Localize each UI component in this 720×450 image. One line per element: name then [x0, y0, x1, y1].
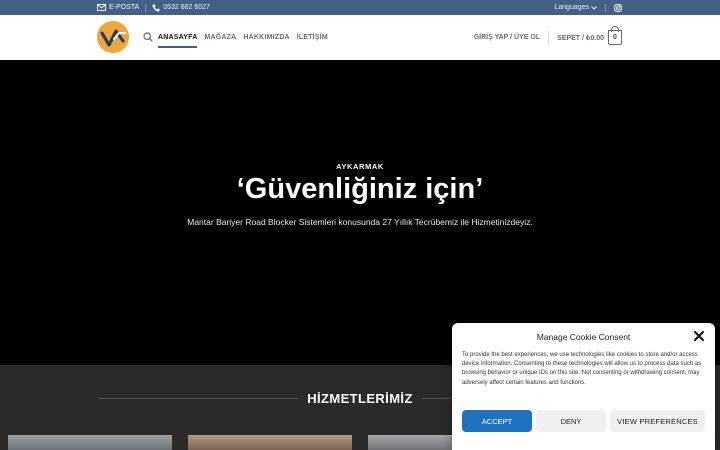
service-card-image[interactable]	[8, 435, 172, 450]
email-label: E-POSTA	[109, 4, 140, 11]
envelope-icon	[97, 4, 106, 11]
login-register-link[interactable]: GİRİŞ YAP / ÜYE OL	[474, 34, 540, 41]
nav-item-shop[interactable]: MAĞAZA	[204, 34, 236, 41]
accept-button[interactable]: ACCEPT	[462, 410, 532, 432]
cookie-title: Manage Cookie Consent	[536, 332, 631, 342]
cart-label: SEPET /	[557, 34, 586, 42]
close-icon[interactable]	[693, 330, 705, 342]
view-preferences-button[interactable]: VIEW PREFERENCES	[610, 410, 705, 432]
site-header: ANASAYFA MAĞAZA HAKKIMIZDA İLETİŞİM GİRİ…	[0, 15, 720, 60]
cart-total: ₺0.00	[585, 34, 604, 42]
top-bar: E-POSTA 0532 662 6027 Languages	[0, 0, 720, 15]
phone-number: 0532 662 6027	[163, 4, 210, 11]
cookie-consent-dialog: Manage Cookie Consent To provide the bes…	[452, 323, 715, 450]
divider	[605, 3, 606, 12]
deny-button[interactable]: DENY	[536, 410, 606, 432]
phone-link[interactable]: 0532 662 6027	[152, 4, 210, 12]
cart-link[interactable]: SEPET / ₺0.00	[557, 34, 604, 42]
nav-item-about[interactable]: HAKKIMIZDA	[243, 34, 289, 41]
cookie-text: To provide the best experiences, we use …	[462, 352, 702, 386]
main-nav: ANASAYFA MAĞAZA HAKKIMIZDA İLETİŞİM	[158, 15, 328, 60]
nav-item-home[interactable]: ANASAYFA	[158, 34, 198, 48]
search-icon[interactable]	[143, 32, 153, 42]
email-link[interactable]: E-POSTA	[97, 4, 139, 11]
hero-section: AYKARMAK ‘Güvenliğiniz için’ Mantar Bari…	[0, 60, 720, 365]
service-card-image[interactable]	[188, 435, 352, 450]
languages-label: Languages	[554, 4, 589, 11]
languages-dropdown[interactable]: Languages	[554, 4, 597, 11]
divider	[145, 3, 147, 12]
logo-mark-icon	[97, 21, 129, 53]
divider	[548, 30, 550, 45]
phone-icon	[152, 4, 160, 12]
hero-kicker: AYKARMAK	[336, 162, 384, 171]
nav-item-contact[interactable]: İLETİŞİM	[297, 34, 328, 41]
instagram-icon[interactable]	[614, 3, 622, 12]
cart-count: 0	[613, 34, 617, 41]
hero-title: ‘Güvenliğiniz için’	[236, 173, 484, 205]
chevron-down-icon	[591, 5, 597, 10]
site-logo[interactable]	[97, 21, 129, 53]
cart-count-icon[interactable]: 0	[608, 26, 622, 45]
hero-subtitle: Mantar Bariyer Road Blocker Sistemleri k…	[187, 217, 533, 227]
